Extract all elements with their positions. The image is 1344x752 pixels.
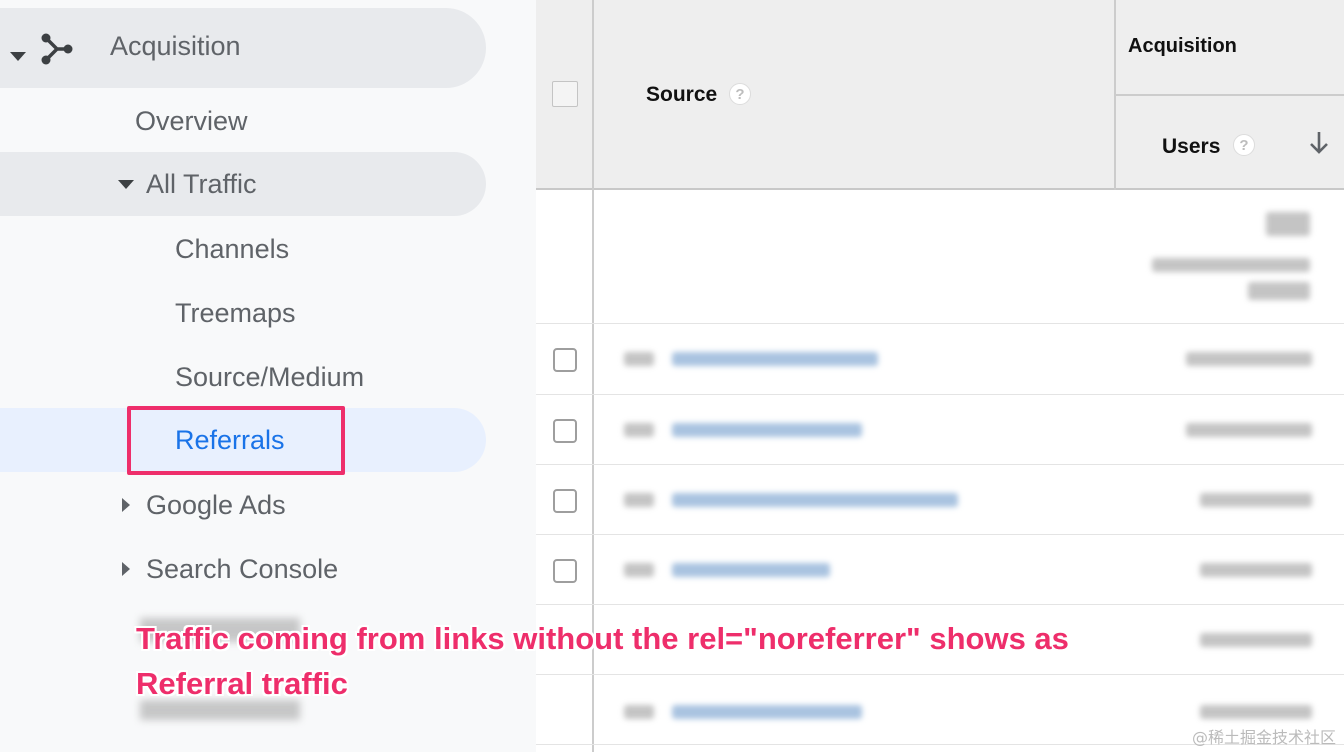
table-row (536, 395, 1344, 465)
acquisition-icon (41, 33, 73, 65)
sidebar-item-acquisition[interactable]: Acquisition (0, 8, 486, 88)
sidebar-item-label: Treemaps (175, 298, 296, 328)
table-row (536, 465, 1344, 535)
caret-right-icon (122, 562, 130, 576)
totals-users-percent (1152, 258, 1310, 272)
sidebar-item-source-medium[interactable]: Source/Medium (0, 352, 486, 402)
source-link[interactable] (672, 352, 878, 366)
sidebar-item-label: All Traffic (146, 169, 257, 199)
users-value (1200, 493, 1312, 507)
totals-users-value (1266, 212, 1310, 236)
table-row (536, 535, 1344, 605)
referrals-annotation-box (127, 406, 345, 475)
users-value (1200, 705, 1312, 719)
sidebar-item-label: Search Console (146, 554, 339, 584)
sidebar-item-google-ads[interactable]: Google Ads (0, 480, 486, 530)
sidebar-item-channels[interactable]: Channels (0, 224, 486, 274)
users-column-header[interactable]: Users (1162, 135, 1220, 159)
source-link[interactable] (672, 563, 830, 577)
annotation-callout: Traffic coming from links without the re… (136, 616, 1196, 706)
source-link[interactable] (672, 423, 862, 437)
row-checkbox[interactable] (553, 489, 577, 513)
caret-right-icon (122, 498, 130, 512)
users-value (1200, 563, 1312, 577)
row-checkbox[interactable] (553, 419, 577, 443)
sidebar-item-treemaps[interactable]: Treemaps (0, 288, 486, 338)
help-icon[interactable]: ? (729, 83, 751, 105)
annotation-line-2: Referral traffic (136, 666, 348, 701)
sidebar-item-label: Acquisition (110, 31, 241, 61)
annotation-line-1: Traffic coming from links without the re… (136, 621, 1069, 656)
row-index (624, 563, 654, 577)
sidebar-item-label: Source/Medium (175, 362, 365, 392)
row-checkbox[interactable] (553, 348, 577, 372)
row-index (624, 705, 654, 719)
users-value (1186, 352, 1312, 366)
users-value (1200, 633, 1312, 647)
table-row (536, 324, 1344, 394)
sidebar-item-all-traffic[interactable]: All Traffic (0, 152, 486, 216)
users-value (1186, 423, 1312, 437)
sidebar-item-label: Google Ads (146, 490, 286, 520)
row-index (624, 423, 654, 437)
sidebar-item-label: Channels (175, 234, 290, 264)
row-index (624, 493, 654, 507)
row-index (624, 352, 654, 366)
help-icon[interactable]: ? (1233, 134, 1255, 156)
watermark: @稀土掘金技术社区 (1191, 728, 1336, 747)
acquisition-group-header: Acquisition (1128, 35, 1237, 57)
source-link[interactable] (672, 493, 958, 507)
row-checkbox[interactable] (553, 559, 577, 583)
source-column-header[interactable]: Source (646, 83, 717, 107)
caret-down-icon (10, 52, 26, 61)
arrow-down-icon[interactable] (1308, 130, 1330, 156)
sidebar-item-label: Overview (135, 106, 248, 136)
sidebar-item-search-console[interactable]: Search Console (0, 544, 486, 594)
select-all-checkbox[interactable] (552, 81, 578, 107)
sidebar-item-overview[interactable]: Overview (0, 96, 486, 146)
caret-down-icon (118, 180, 134, 189)
totals-users-total (1248, 282, 1310, 300)
source-link[interactable] (672, 705, 862, 719)
